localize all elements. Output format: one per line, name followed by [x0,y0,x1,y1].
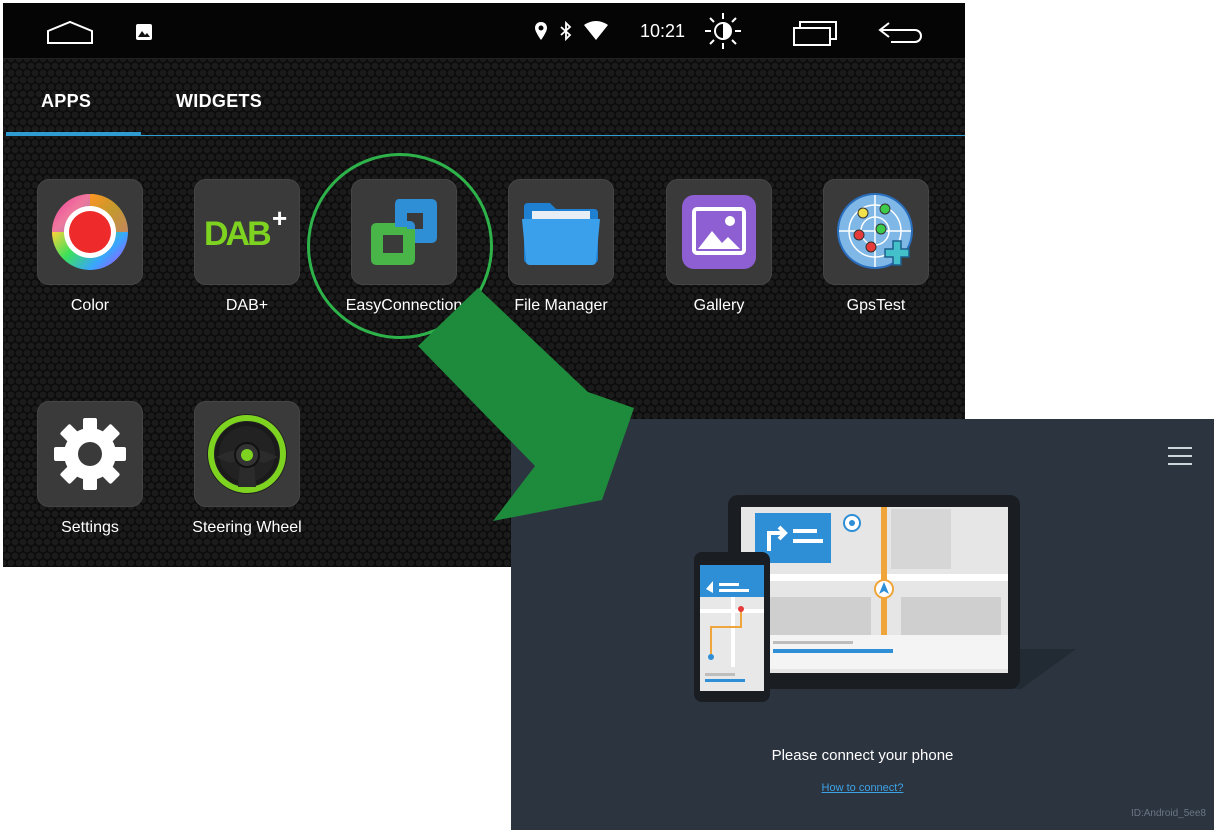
app-easyconnection[interactable]: EasyConnection [318,179,478,319]
recent-apps-icon[interactable] [791,19,839,47]
device-id: ID:Android_5ee8 [1130,808,1206,819]
app-label: Gallery [693,297,745,314]
bluetooth-icon [559,21,573,41]
app-gpstest[interactable]: GpsTest [790,179,950,319]
clock: 10:21 [640,21,686,41]
app-label: GpsTest [846,297,906,314]
folder-icon [508,179,614,285]
app-file-manager[interactable]: File Manager [475,179,635,319]
app-gallery[interactable]: Gallery [633,179,793,319]
location-icon [534,21,548,41]
easyconnection-icon [351,179,457,285]
tab-widgets[interactable]: WIDGETS [176,91,262,112]
back-chevron-icon[interactable] [531,439,555,484]
svg-text:+: + [272,203,287,233]
tab-apps[interactable]: APPS [41,91,91,112]
app-label: Color [70,297,110,314]
gear-icon [37,401,143,507]
phone-tablet-illustration [694,495,1076,702]
app-dab-plus[interactable]: DAB + DAB+ [161,179,321,319]
gallery-notification-icon [135,23,153,41]
app-color[interactable]: Color [4,179,164,319]
app-label: DAB+ [225,297,269,314]
app-label: Settings [61,519,119,536]
color-wheel-icon [37,179,143,285]
wifi-icon [583,21,609,41]
app-label: File Manager [514,297,608,314]
tab-bar-line [6,135,965,136]
steering-wheel-icon [194,401,300,507]
gallery-icon [666,179,772,285]
app-label: EasyConnection [345,297,463,314]
home-icon[interactable] [45,19,95,45]
gps-radar-icon [823,179,929,285]
menu-icon[interactable] [1167,445,1193,472]
dab-plus-icon: DAB + [194,179,300,285]
back-icon[interactable] [877,19,927,45]
status-bar: 10:21 [3,3,965,59]
tab-active-indicator [6,132,141,136]
how-to-connect-link[interactable]: How to connect? [511,782,1214,794]
brightness-icon[interactable] [703,11,743,51]
connect-prompt: Please connect your phone [771,747,954,764]
easyconnection-screen: Please connect your phone How to connect… [511,419,1214,830]
app-settings[interactable]: Settings [4,401,164,541]
svg-text:DAB: DAB [204,215,271,253]
app-label: Steering Wheel [192,519,302,536]
app-steering-wheel[interactable]: Steering Wheel [161,401,321,541]
